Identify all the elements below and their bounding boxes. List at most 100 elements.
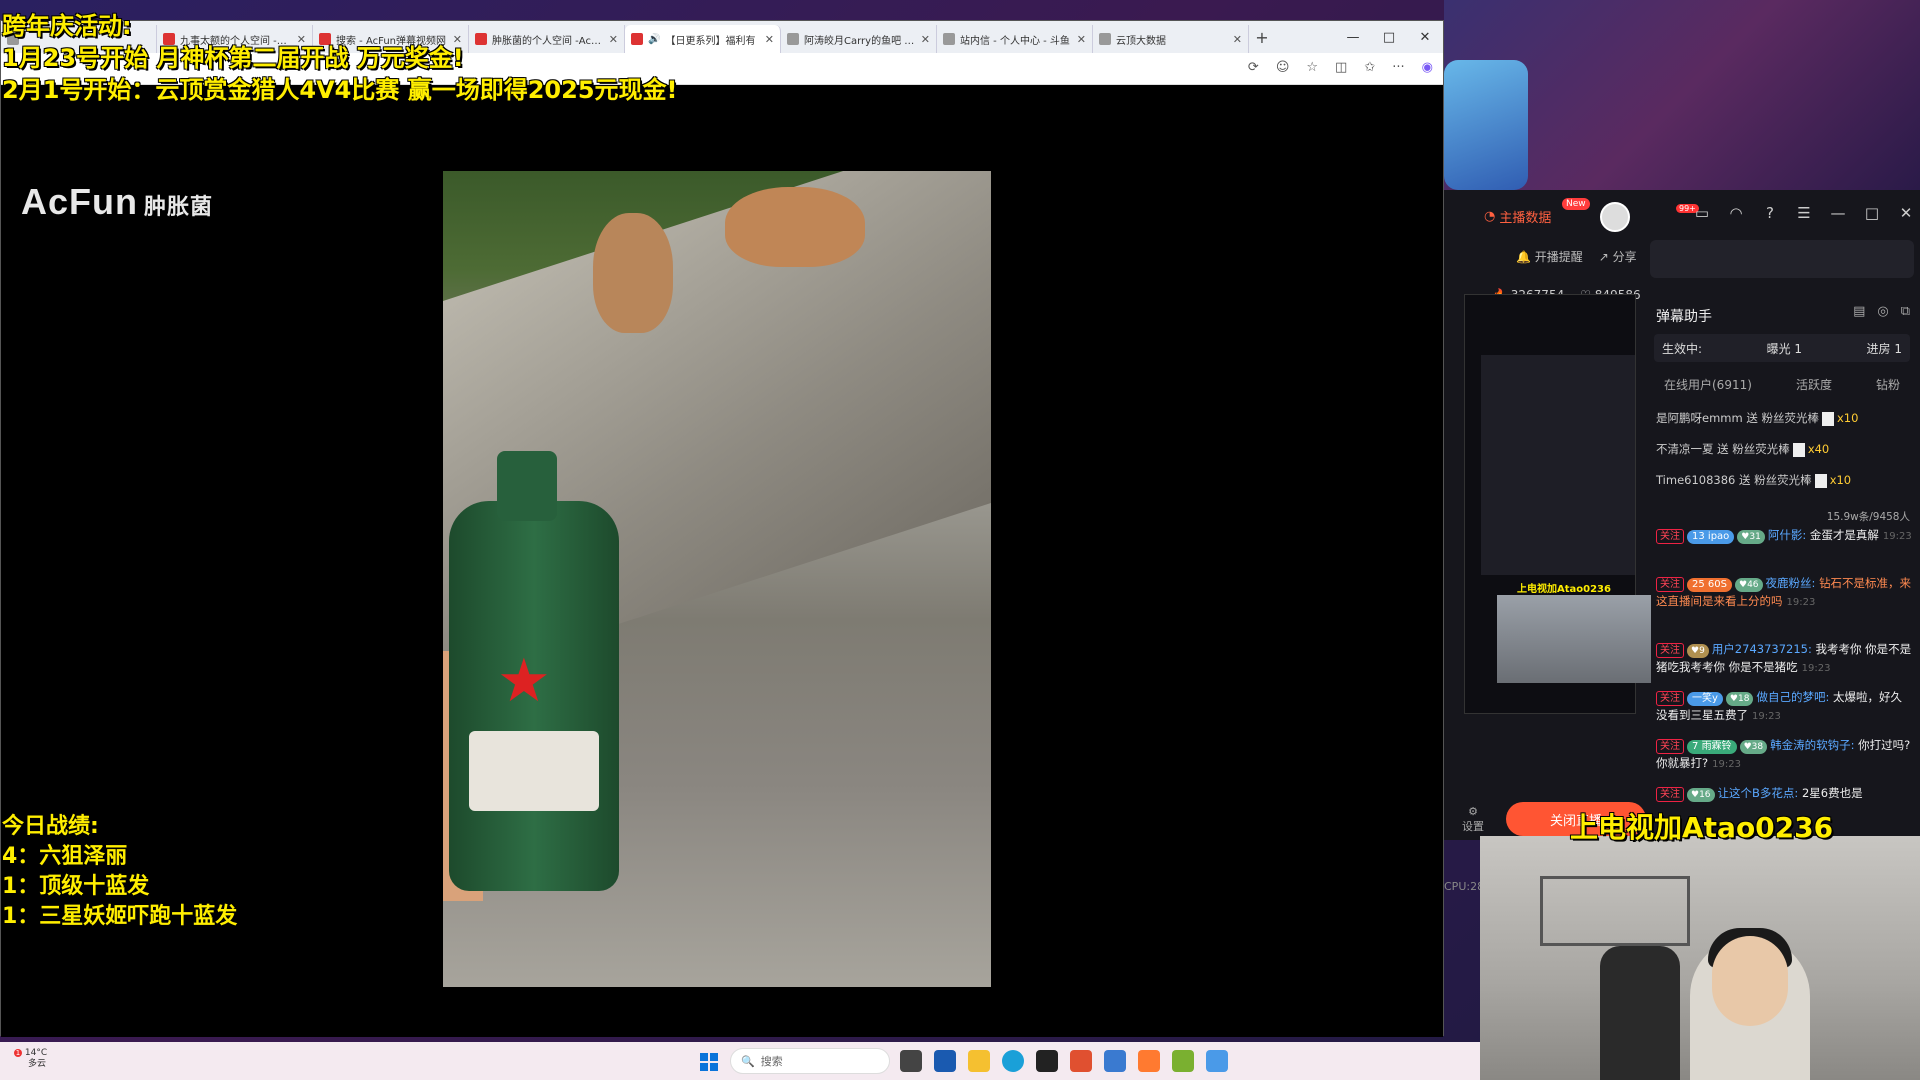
- refresh-icon[interactable]: ⟳: [1248, 60, 1259, 75]
- toolbar-icons: ⟳ ☺ ☆ ◫ ✩ ··· ◉: [1248, 60, 1433, 75]
- follow-button[interactable]: 关注: [1656, 739, 1684, 754]
- close-icon[interactable]: ✕: [609, 33, 618, 46]
- fan-level: 9: [1699, 646, 1705, 656]
- gift-action: 送 粉丝荧光棒: [1746, 411, 1819, 425]
- avatar[interactable]: [1600, 202, 1630, 232]
- browser-tab[interactable]: 肿胀菌的个人空间 -AcFun ✕: [469, 25, 625, 53]
- speaker-icon[interactable]: 🔊: [648, 34, 660, 45]
- browser-tab[interactable]: 阿涛皎月Carry的鱼吧 -斗鱼 ✕: [781, 25, 937, 53]
- minimize-button[interactable]: —: [1335, 30, 1371, 45]
- gaming-chair: [1600, 946, 1680, 1080]
- folder-icon[interactable]: [968, 1050, 990, 1072]
- taskbar-apps: [900, 1050, 1228, 1072]
- store-icon[interactable]: [934, 1050, 956, 1072]
- follow-button[interactable]: 关注: [1656, 787, 1684, 802]
- weather-widget[interactable]: 1 14°C 多云: [14, 1048, 47, 1070]
- gift-item: 是阿鹏呀emmm 送 粉丝荧光棒 x10: [1656, 410, 1858, 426]
- chat-time: 19:23: [1786, 597, 1816, 608]
- reader-icon[interactable]: ☺: [1276, 60, 1290, 75]
- daily-record: 今日战绩: 4：六狙泽丽 1：顶级十蓝发 1：三星妖姬吓跑十蓝发: [2, 812, 237, 932]
- record-item: 1：三星妖姬吓跑十蓝发: [2, 904, 238, 929]
- chat-user[interactable]: 用户2743737215:: [1712, 642, 1812, 656]
- close-window-button[interactable]: ✕: [1407, 30, 1443, 45]
- app-icon[interactable]: [1036, 1050, 1058, 1072]
- logo-text: AcFun: [21, 181, 138, 222]
- bottle-neck: [497, 451, 557, 521]
- streamer-face: [1712, 936, 1788, 1026]
- tab-online-users[interactable]: 在线用户(6911): [1664, 376, 1752, 393]
- chat-text: 金蛋才是真解: [1809, 528, 1879, 542]
- follow-button[interactable]: 关注: [1656, 577, 1684, 592]
- taskbar-search[interactable]: 🔍 搜索: [730, 1048, 890, 1074]
- host-data-button[interactable]: ◔ 主播数据: [1484, 207, 1551, 226]
- gift-item: 不清凉一夏 送 粉丝荧光棒 x40: [1656, 441, 1829, 457]
- follow-button[interactable]: 关注: [1656, 643, 1684, 658]
- notification-dot: 1: [14, 1049, 22, 1057]
- level-value: 7: [1692, 741, 1699, 752]
- app-icon[interactable]: [1206, 1050, 1228, 1072]
- task-view-icon[interactable]: [900, 1050, 922, 1072]
- more-icon[interactable]: ···: [1392, 60, 1404, 75]
- favorites-icon[interactable]: ✩: [1364, 60, 1375, 75]
- menu-icon[interactable]: ☰: [1794, 204, 1814, 222]
- edge-icon[interactable]: [1002, 1050, 1024, 1072]
- bottle-image: ★: [449, 451, 619, 891]
- list-icon[interactable]: ▤: [1853, 304, 1865, 319]
- chat-user[interactable]: 夜鹿粉丝:: [1766, 576, 1816, 590]
- live-companion-icon[interactable]: [1138, 1050, 1160, 1072]
- maximize-icon[interactable]: □: [1862, 204, 1882, 222]
- tab-activity[interactable]: 活跃度: [1796, 376, 1832, 393]
- search-icon: 🔍: [741, 1054, 755, 1068]
- level-badge: 一笑y: [1687, 692, 1723, 706]
- tab-favicon: [631, 33, 643, 45]
- message-icon[interactable]: ▭: [1692, 204, 1712, 222]
- chat-user[interactable]: 做自己的梦吧:: [1756, 690, 1829, 704]
- new-tab-button[interactable]: +: [1249, 28, 1275, 47]
- maximize-button[interactable]: □: [1371, 30, 1407, 45]
- close-icon[interactable]: ✕: [921, 33, 930, 46]
- chat-message: 关注 ♥9 用户2743737215: 我考考你 你是不是猪吃我考考你 你是不是猪吃…: [1656, 640, 1912, 678]
- close-icon[interactable]: ✕: [1233, 33, 1242, 46]
- share-label: 分享: [1612, 250, 1637, 264]
- headset-icon[interactable]: ◠: [1726, 204, 1746, 222]
- follow-button[interactable]: 关注: [1656, 529, 1684, 544]
- chat-time: 19:23: [1752, 711, 1781, 722]
- new-badge: New: [1562, 198, 1590, 210]
- favorite-star-icon[interactable]: ☆: [1306, 60, 1318, 75]
- browser-tab[interactable]: 站内信 - 个人中心 - 斗鱼 ✕: [937, 25, 1093, 53]
- game-icon[interactable]: [1172, 1050, 1194, 1072]
- windows-start-icon[interactable]: [700, 1053, 718, 1071]
- remind-button[interactable]: 🔔 开播提醒: [1516, 248, 1583, 265]
- close-icon[interactable]: ✕: [765, 33, 774, 46]
- popout-icon[interactable]: ⧉: [1901, 304, 1910, 319]
- fan-badge: ♥9: [1687, 644, 1709, 658]
- status-active: 生效中:: [1662, 341, 1703, 356]
- minimize-icon[interactable]: —: [1828, 204, 1848, 222]
- tab-diamond-fans[interactable]: 钻粉: [1876, 376, 1900, 393]
- bunk-bed: [1540, 876, 1690, 946]
- split-view-icon[interactable]: ◫: [1335, 60, 1347, 75]
- help-icon[interactable]: ?: [1760, 204, 1780, 222]
- level-badge: 13 ipao: [1687, 530, 1735, 544]
- browser-tab[interactable]: 云顶大数据 ✕: [1093, 25, 1249, 53]
- photos-icon[interactable]: [1104, 1050, 1126, 1072]
- follow-button[interactable]: 关注: [1656, 691, 1684, 706]
- close-icon[interactable]: ✕: [1077, 33, 1086, 46]
- browser-tab-active[interactable]: 🔊 【日更系列】福利有 ✕: [625, 25, 781, 53]
- share-button[interactable]: ↗ 分享: [1599, 248, 1637, 265]
- chat-user[interactable]: 韩金涛的软钩子:: [1770, 738, 1854, 752]
- chat-time: 19:23: [1882, 531, 1912, 542]
- record-title: 今日战绩:: [2, 814, 99, 839]
- panel-blank-box: [1650, 240, 1914, 278]
- douyu-icon[interactable]: [1070, 1050, 1092, 1072]
- settings-button[interactable]: ⚙ 设置: [1462, 805, 1484, 834]
- chat-user[interactable]: 让这个B多花点:: [1718, 786, 1799, 800]
- monkey-image: [593, 213, 673, 333]
- settings-icon[interactable]: ◎: [1877, 304, 1888, 319]
- gear-icon: ⚙: [1468, 805, 1478, 818]
- close-icon[interactable]: ✕: [1896, 204, 1916, 222]
- chat-user[interactable]: 阿什影:: [1768, 528, 1806, 542]
- copilot-icon[interactable]: ◉: [1422, 60, 1433, 75]
- video-player[interactable]: ★: [443, 171, 991, 987]
- gift-count: x40: [1807, 442, 1830, 456]
